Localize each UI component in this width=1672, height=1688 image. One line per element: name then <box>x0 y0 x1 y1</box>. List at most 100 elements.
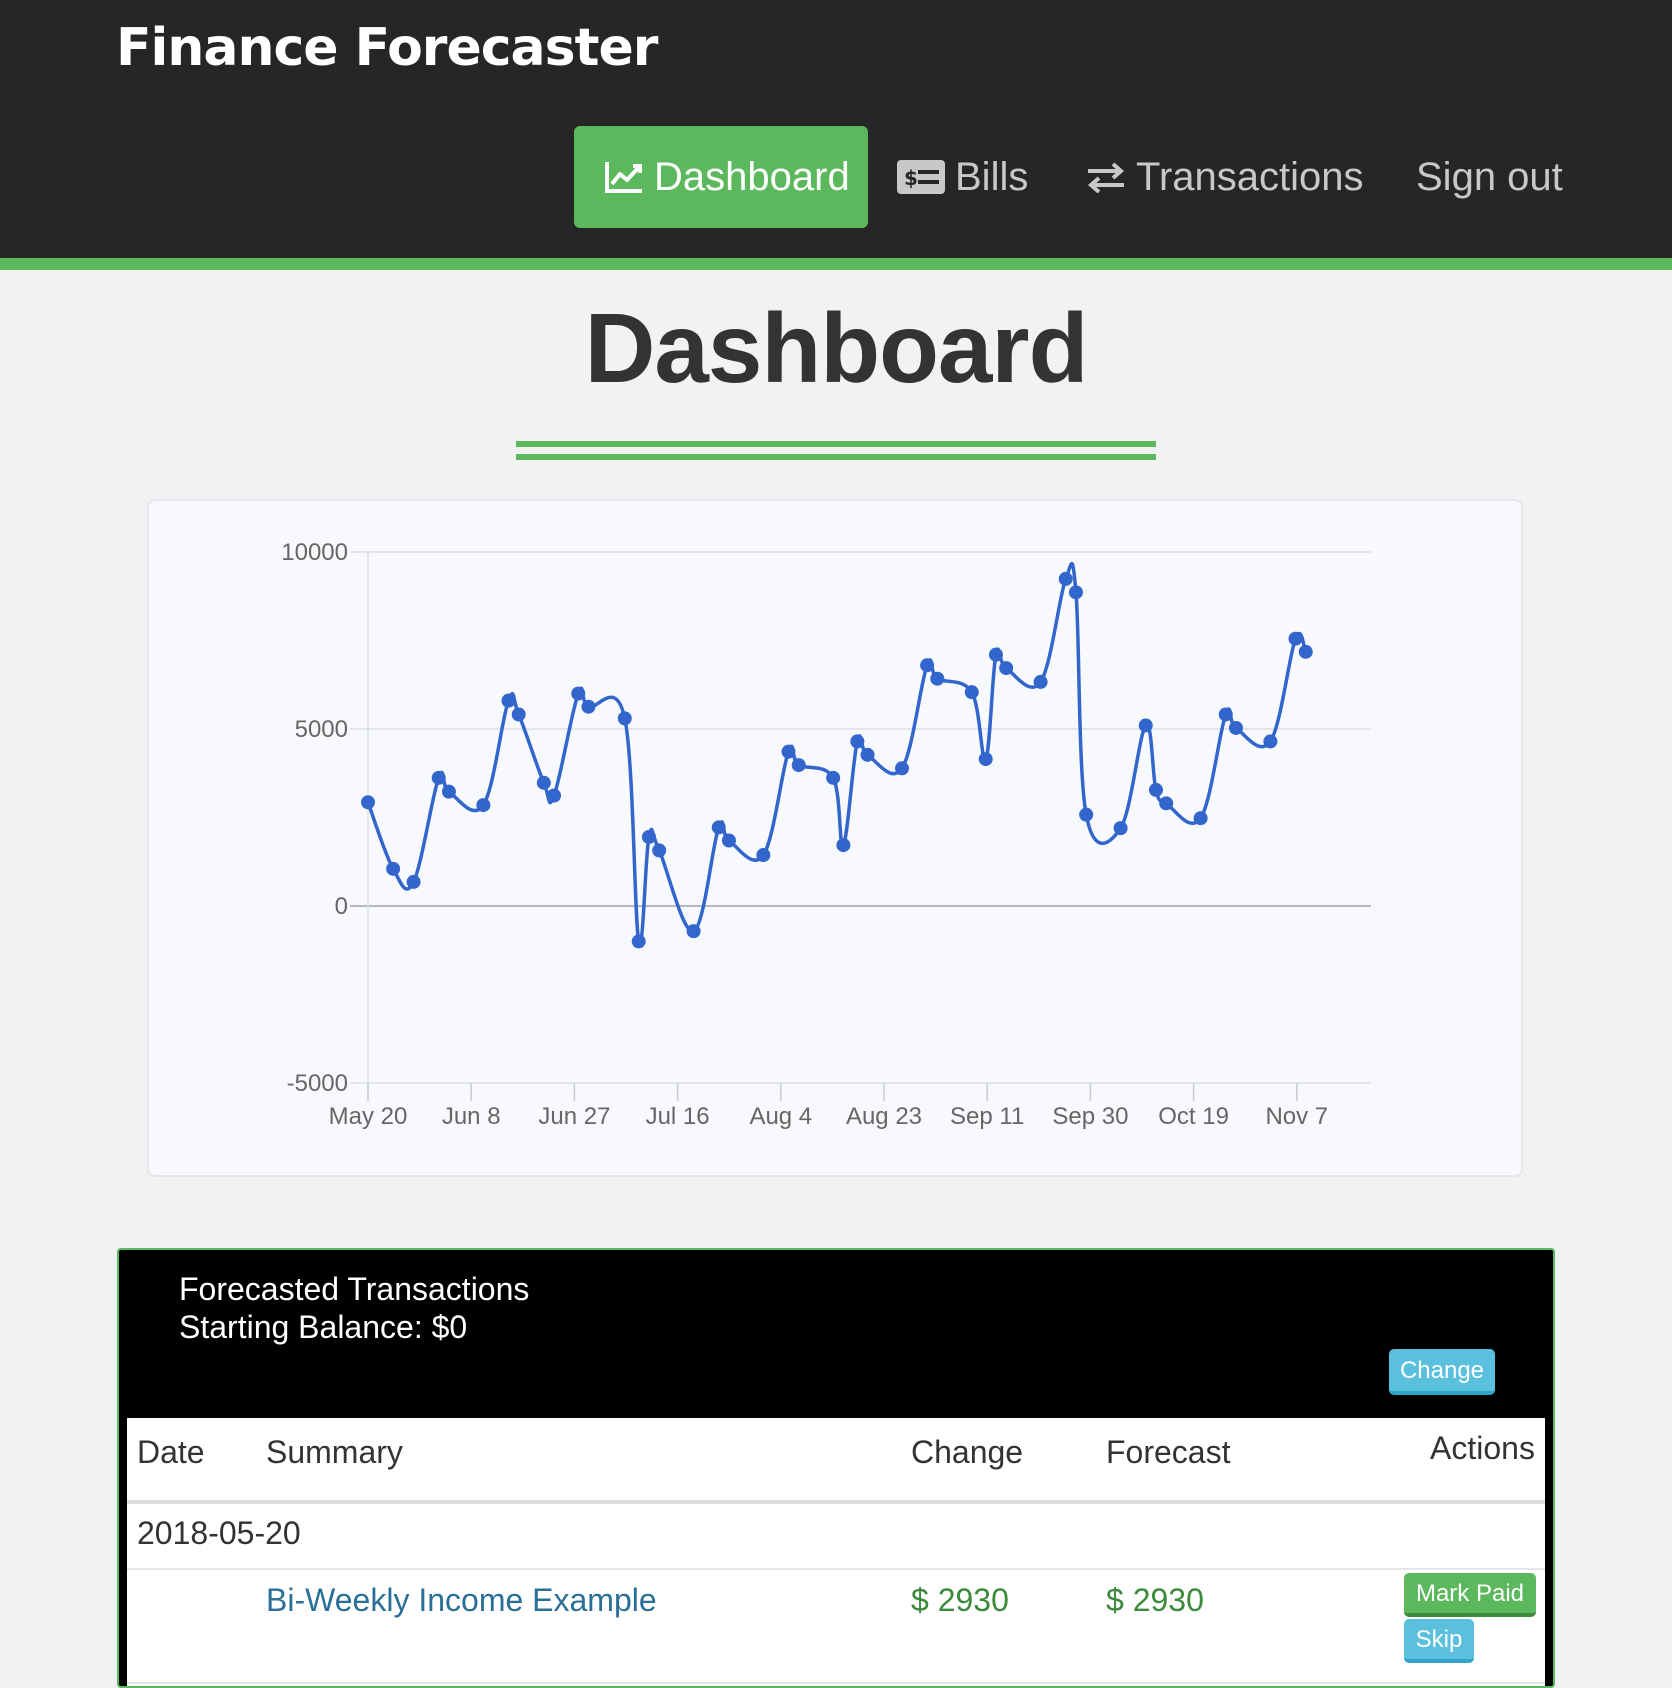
data-point <box>920 658 935 673</box>
brand-logo[interactable]: Finance Forecaster <box>116 18 658 78</box>
table-header-divider <box>127 1500 1545 1504</box>
main-nav: Dashboard $ Bills Transactions Sign out <box>0 126 1672 228</box>
data-point <box>547 788 562 803</box>
x-tick-label: Jun 27 <box>538 1103 610 1130</box>
transaction-summary-link[interactable]: Bi-Weekly Income Example <box>266 1582 657 1619</box>
forecasted-transactions-panel: Forecasted Transactions Starting Balance… <box>117 1248 1555 1688</box>
transactions-table: Date Summary Change Forecast Actions 201… <box>127 1418 1545 1686</box>
data-point <box>431 770 446 785</box>
data-point <box>930 671 945 686</box>
data-point <box>1228 720 1243 735</box>
nav-dashboard-label: Dashboard <box>654 155 850 199</box>
data-point <box>652 843 667 858</box>
row-divider <box>127 1682 1545 1684</box>
data-point <box>386 861 401 876</box>
y-tick-label: 0 <box>335 893 348 920</box>
balance-chart-card: 10000 5000 0 -5000 May 20 Jun 8 Jun 27 Jul 16 Au… <box>147 499 1523 1177</box>
x-tick-label: Aug 4 <box>749 1103 812 1130</box>
col-header-date[interactable]: Date <box>137 1434 205 1471</box>
nav-bills[interactable]: $ Bills <box>897 126 1028 228</box>
data-point <box>441 784 456 799</box>
col-header-change[interactable]: Change <box>911 1434 1023 1471</box>
x-tick-label: May 20 <box>329 1103 408 1130</box>
x-tick-label: Jun 8 <box>442 1103 501 1130</box>
starting-balance: Starting Balance: $0 <box>179 1309 468 1345</box>
data-point <box>826 770 841 785</box>
data-point <box>1263 734 1278 749</box>
nav-sign-out-label: Sign out <box>1416 155 1563 199</box>
row-divider <box>127 1568 1545 1570</box>
data-point <box>511 707 526 722</box>
svg-text:$: $ <box>904 166 918 190</box>
data-point <box>406 874 421 889</box>
transaction-forecast: $ 2930 <box>1106 1582 1204 1618</box>
data-point <box>1193 811 1208 826</box>
x-tick-label: Sep 11 <box>950 1103 1024 1130</box>
data-point <box>1298 644 1313 659</box>
data-point <box>978 752 993 767</box>
data-point <box>1033 674 1048 689</box>
data-point <box>988 647 1003 662</box>
mark-paid-button[interactable]: Mark Paid <box>1404 1573 1536 1617</box>
data-point <box>964 685 979 700</box>
nav-sign-out[interactable]: Sign out <box>1416 126 1563 228</box>
data-point <box>1068 585 1083 600</box>
data-point <box>836 838 851 853</box>
skip-button[interactable]: Skip <box>1404 1619 1474 1663</box>
data-point <box>860 747 875 762</box>
change-balance-button[interactable]: Change <box>1389 1349 1495 1395</box>
data-point <box>1159 796 1174 811</box>
top-navbar: Finance Forecaster Dashboard $ Bills Tra… <box>0 0 1672 270</box>
x-tick-label: Jul 16 <box>646 1103 710 1130</box>
col-header-actions: Actions <box>1430 1430 1535 1466</box>
data-point <box>617 711 632 726</box>
data-point <box>1138 718 1153 733</box>
col-header-forecast[interactable]: Forecast <box>1106 1434 1230 1471</box>
money-bill-icon: $ <box>897 160 945 194</box>
panel-title: Forecasted Transactions <box>179 1271 530 1307</box>
data-point <box>1079 807 1094 822</box>
chart-line-icon <box>604 160 644 194</box>
y-tick-label: -5000 <box>287 1070 348 1097</box>
group-date: 2018-05-20 <box>137 1515 301 1551</box>
data-point <box>571 686 586 701</box>
y-tick-label: 10000 <box>281 539 348 566</box>
data-point <box>361 795 375 810</box>
data-point <box>791 758 806 773</box>
data-point <box>1058 571 1073 586</box>
col-header-summary[interactable]: Summary <box>266 1434 403 1471</box>
data-point <box>999 661 1014 676</box>
x-tick-label: Nov 7 <box>1265 1103 1328 1130</box>
x-tick-label: Sep 30 <box>1052 1103 1128 1130</box>
x-tick-label: Oct 19 <box>1158 1103 1229 1130</box>
data-point <box>756 848 771 863</box>
data-point <box>686 924 701 939</box>
data-point <box>476 798 491 813</box>
page-title: Dashboard <box>584 293 1089 403</box>
nav-bills-label: Bills <box>955 155 1029 199</box>
data-point <box>1218 707 1233 722</box>
data-point <box>721 833 736 848</box>
data-point <box>501 693 516 708</box>
nav-transactions-label: Transactions <box>1136 155 1364 199</box>
series-line <box>366 562 1308 946</box>
nav-transactions[interactable]: Transactions <box>1086 126 1364 228</box>
x-tick-label: Aug 23 <box>846 1103 922 1130</box>
data-point <box>536 775 551 790</box>
data-point <box>631 934 646 949</box>
title-underline <box>516 441 1156 460</box>
y-tick-label: 5000 <box>295 716 348 743</box>
data-point <box>641 829 656 844</box>
data-point <box>1113 821 1128 836</box>
data-point <box>1148 782 1163 797</box>
data-point <box>894 761 909 776</box>
data-point <box>581 699 596 714</box>
data-point <box>711 820 726 835</box>
panel-heading: Forecasted Transactions Starting Balance… <box>179 1270 529 1346</box>
nav-dashboard[interactable]: Dashboard <box>574 126 868 228</box>
exchange-arrows-icon <box>1086 161 1126 193</box>
balance-line-chart: 10000 5000 0 -5000 May 20 Jun 8 Jun 27 Jul 16 Au… <box>281 539 1371 1130</box>
transaction-change: $ 2930 <box>911 1582 1009 1618</box>
data-point <box>1288 631 1303 646</box>
data-point <box>781 744 796 759</box>
